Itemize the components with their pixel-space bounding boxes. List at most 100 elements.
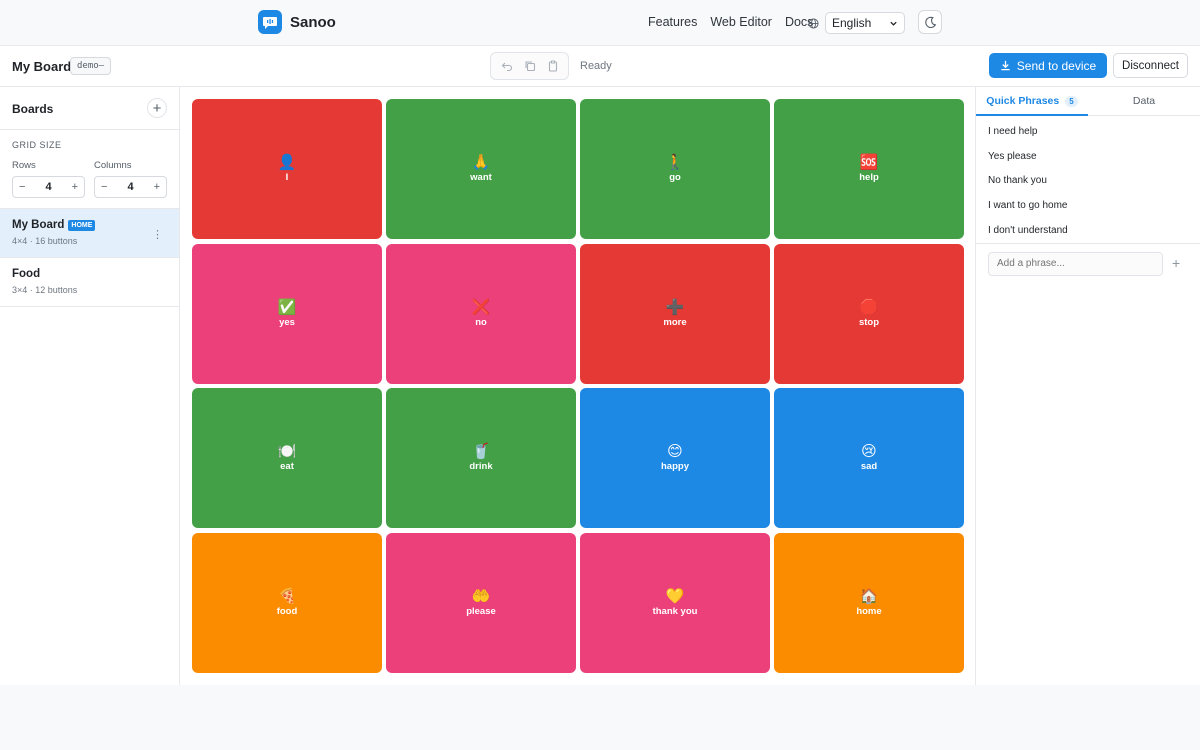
- button-label: no: [475, 317, 487, 328]
- phrase-item[interactable]: I want to go home: [976, 193, 1200, 218]
- board-name: My Board: [12, 219, 65, 231]
- board-button-more[interactable]: ➕ more: [580, 244, 770, 384]
- add-phrase-input[interactable]: [988, 251, 1163, 276]
- board-button-home[interactable]: 🏠 home: [774, 533, 964, 673]
- board-button-go[interactable]: 🚶 go: [580, 99, 770, 239]
- tab-quick-phrases[interactable]: Quick Phrases 5: [976, 87, 1088, 116]
- button-label: go: [669, 172, 681, 183]
- boards-title: Boards: [12, 102, 54, 116]
- phrase-item[interactable]: I need help: [976, 119, 1200, 144]
- crying-face-icon: 😢: [861, 443, 877, 460]
- board-button-happy[interactable]: 😊 happy: [580, 388, 770, 528]
- button-label: food: [276, 606, 298, 617]
- nav-link-features[interactable]: Features: [648, 15, 697, 29]
- paste-button[interactable]: [544, 57, 562, 75]
- download-icon: [1001, 60, 1010, 71]
- button-label: yes: [279, 317, 295, 328]
- stop-sign-icon: 🛑: [859, 299, 879, 316]
- rows-label: Rows: [12, 160, 36, 171]
- button-label: I: [285, 172, 289, 183]
- board-button-i[interactable]: 👤 I: [192, 99, 382, 239]
- pizza-icon: 🍕: [277, 588, 297, 605]
- board-id-tag: demo–: [70, 57, 112, 75]
- heart-icon: 💛: [665, 588, 685, 605]
- send-to-device-button[interactable]: Send to device: [989, 53, 1107, 78]
- add-phrase-row: +: [976, 244, 1200, 284]
- columns-increment-button[interactable]: +: [154, 181, 160, 193]
- cross-mark-icon: ❌: [471, 299, 491, 316]
- folded-hands-icon: 🙏: [471, 154, 491, 171]
- disconnect-button[interactable]: Disconnect: [1113, 53, 1188, 78]
- brand[interactable]: Sanoo: [258, 10, 336, 34]
- chevron-down-icon: [890, 21, 897, 26]
- language-value: English: [832, 16, 872, 30]
- nav-link-web-editor[interactable]: Web Editor: [710, 15, 772, 29]
- plus-icon: ➕: [665, 299, 685, 316]
- check-mark-icon: ✅: [277, 299, 297, 316]
- undo-icon: [501, 62, 512, 72]
- language-select[interactable]: English: [825, 12, 905, 34]
- button-label: drink: [469, 461, 493, 472]
- columns-label: Columns: [94, 160, 132, 171]
- button-label: please: [466, 606, 496, 617]
- rows-increment-button[interactable]: +: [72, 181, 78, 193]
- sos-icon: 🆘: [859, 154, 879, 171]
- board-list-item-food[interactable]: Food 3×4 · 12 buttons: [0, 258, 179, 307]
- chat-logo-icon: [258, 10, 282, 34]
- board-button-stop[interactable]: 🛑 stop: [774, 244, 964, 384]
- button-label: happy: [661, 461, 689, 472]
- board-list-item-my-board[interactable]: My Board HOME 4×4 · 16 buttons ⋮: [0, 209, 179, 258]
- board-button-please[interactable]: 🤲 please: [386, 533, 576, 673]
- tab-label: Data: [1132, 95, 1156, 107]
- board-button-help[interactable]: 🆘 help: [774, 99, 964, 239]
- board-button-food[interactable]: 🍕 food: [192, 533, 382, 673]
- button-label: want: [470, 172, 492, 183]
- board-button-no[interactable]: ❌ no: [386, 244, 576, 384]
- plus-icon: +: [152, 99, 162, 117]
- columns-stepper: − 4 +: [94, 176, 167, 198]
- panel-tabs: Quick Phrases 5 Data: [976, 87, 1200, 116]
- board-meta: 3×4 · 12 buttons: [12, 285, 78, 295]
- board-button-yes[interactable]: ✅ yes: [192, 244, 382, 384]
- columns-value[interactable]: 4: [127, 181, 133, 193]
- button-label: help: [859, 172, 879, 183]
- rows-decrement-button[interactable]: −: [19, 181, 25, 193]
- moon-icon: [924, 16, 936, 28]
- button-label: sad: [860, 461, 878, 472]
- add-board-button[interactable]: +: [147, 98, 167, 118]
- add-phrase-plus-icon[interactable]: +: [1172, 255, 1180, 271]
- board-button-eat[interactable]: 🍽️ eat: [192, 388, 382, 528]
- copy-button[interactable]: [521, 57, 539, 75]
- button-label: stop: [858, 317, 880, 328]
- phrase-item[interactable]: No thank you: [976, 169, 1200, 194]
- board-button-drink[interactable]: 🥤 drink: [386, 388, 576, 528]
- rows-value[interactable]: 4: [45, 181, 51, 193]
- status-text: Ready: [580, 60, 612, 72]
- phrase-item[interactable]: I don't understand: [976, 218, 1200, 243]
- rows-control: Rows − 4 +: [12, 160, 85, 198]
- walking-person-icon: 🚶: [665, 154, 685, 171]
- theme-toggle-button[interactable]: [918, 10, 942, 34]
- phrase-item[interactable]: Yes please: [976, 144, 1200, 169]
- top-nav: Sanoo Features Web Editor Docs English: [0, 0, 1200, 46]
- more-options-icon[interactable]: ⋮: [152, 228, 163, 241]
- button-label: thank you: [652, 606, 698, 617]
- house-icon: 🏠: [859, 588, 879, 605]
- undo-button[interactable]: [498, 57, 516, 75]
- edit-actions: [490, 52, 569, 80]
- phrase-list: I need help Yes please No thank you I wa…: [976, 116, 1200, 244]
- columns-decrement-button[interactable]: −: [101, 181, 107, 193]
- grid-size-label: GRID SIZE: [12, 140, 62, 150]
- home-badge: HOME: [68, 219, 96, 231]
- button-label: more: [663, 317, 687, 328]
- board-toolbar: My Board demo– Ready Send to device Disc…: [0, 46, 1200, 87]
- boards-sidebar: Boards + GRID SIZE Rows − 4 + Columns − …: [0, 87, 180, 685]
- language-picker: English: [808, 12, 905, 34]
- board-button-want[interactable]: 🙏 want: [386, 99, 576, 239]
- board-button-thank-you[interactable]: 💛 thank you: [580, 533, 770, 673]
- tab-data[interactable]: Data: [1088, 87, 1200, 115]
- grid-size-section: GRID SIZE Rows − 4 + Columns − 4 +: [0, 130, 179, 209]
- board-button-sad[interactable]: 😢 sad: [774, 388, 964, 528]
- button-label: home: [856, 606, 882, 617]
- brand-name: Sanoo: [290, 13, 336, 31]
